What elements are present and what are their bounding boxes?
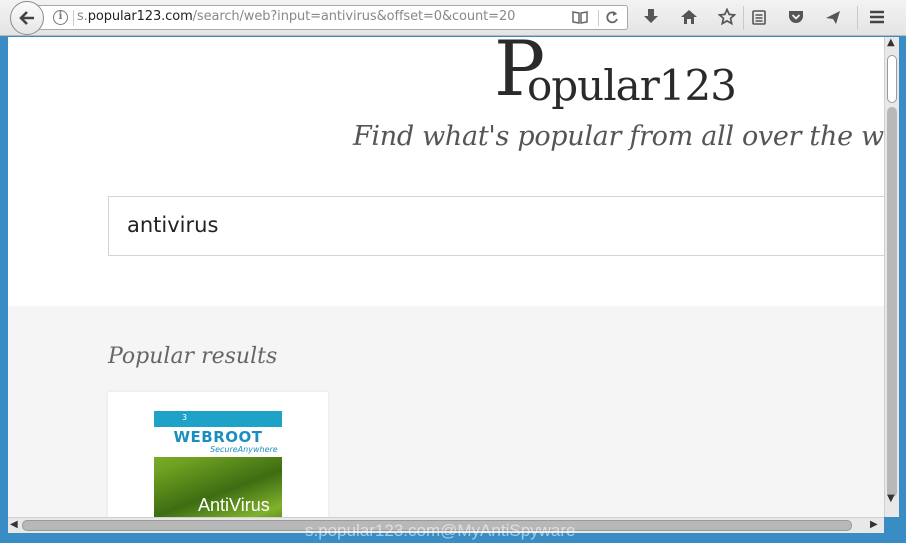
- reader-view-icon[interactable]: [571, 9, 589, 26]
- product-box-top: 3: [154, 411, 282, 427]
- url-path: /search/web?input=antivirus&offset=0&cou…: [192, 9, 516, 24]
- pocket-icon[interactable]: [785, 7, 807, 27]
- url-separator: [73, 10, 74, 26]
- vertical-scroll-track[interactable]: [887, 107, 897, 497]
- reload-icon[interactable]: [603, 9, 621, 26]
- result-card[interactable]: 3 WEBROOT SecureAnywhere AntiVirus: [108, 392, 328, 517]
- popular123-logo[interactable]: P opular123: [494, 37, 737, 121]
- send-tab-icon[interactable]: [822, 7, 844, 27]
- site-info-icon[interactable]: i: [53, 10, 68, 25]
- url-prefix: s.: [77, 9, 88, 24]
- vertical-scroll-thumb[interactable]: [887, 55, 897, 103]
- url-text[interactable]: s.popular123.com/search/web?input=antivi…: [77, 9, 515, 24]
- toolbar-separator-2: [857, 6, 858, 30]
- product-badge: 3: [182, 413, 188, 422]
- url-bar[interactable]: i s.popular123.com/search/web?input=anti…: [36, 5, 628, 30]
- tagline: Find what's popular from all over the wo…: [353, 121, 884, 152]
- scroll-up-arrow-icon[interactable]: ▲: [887, 37, 895, 48]
- product-image[interactable]: 3 WEBROOT SecureAnywhere AntiVirus: [154, 411, 282, 517]
- back-button[interactable]: [10, 1, 44, 35]
- bookmarks-menu-icon[interactable]: [748, 7, 770, 27]
- results-section: Popular results 3 WEBROOT SecureAnywhere…: [8, 306, 884, 517]
- search-query-text: antivirus: [127, 213, 219, 237]
- page-content: P opular123 Find what's popular from all…: [8, 37, 884, 517]
- logo-text: opular123: [527, 61, 737, 110]
- product-name: AntiVirus: [198, 495, 270, 515]
- url-domain: popular123.com: [87, 9, 193, 24]
- bookmark-star-icon[interactable]: [716, 7, 738, 27]
- navigation-toolbar: i s.popular123.com/search/web?input=anti…: [0, 0, 906, 36]
- back-arrow-icon: [19, 11, 34, 25]
- url-separator-2: [598, 10, 599, 26]
- hamburger-menu-icon[interactable]: [866, 7, 888, 27]
- scroll-down-arrow-icon[interactable]: ▼: [887, 493, 895, 504]
- scroll-left-arrow-icon[interactable]: ◀: [10, 519, 18, 530]
- product-sub-brand: SecureAnywhere: [210, 445, 278, 454]
- scroll-right-arrow-icon[interactable]: ▶: [870, 519, 878, 530]
- product-brand: WEBROOT: [173, 428, 263, 446]
- watermark-text: s.popular123.com@MyAntiSpyware: [305, 521, 576, 540]
- search-input[interactable]: antivirus: [108, 196, 884, 256]
- toolbar-separator: [743, 6, 744, 30]
- downloads-icon[interactable]: [640, 7, 662, 27]
- home-icon[interactable]: [678, 7, 700, 27]
- vertical-scrollbar[interactable]: ▲ ▼: [884, 37, 899, 517]
- browser-window: i s.popular123.com/search/web?input=anti…: [0, 0, 906, 543]
- results-heading: Popular results: [108, 344, 278, 369]
